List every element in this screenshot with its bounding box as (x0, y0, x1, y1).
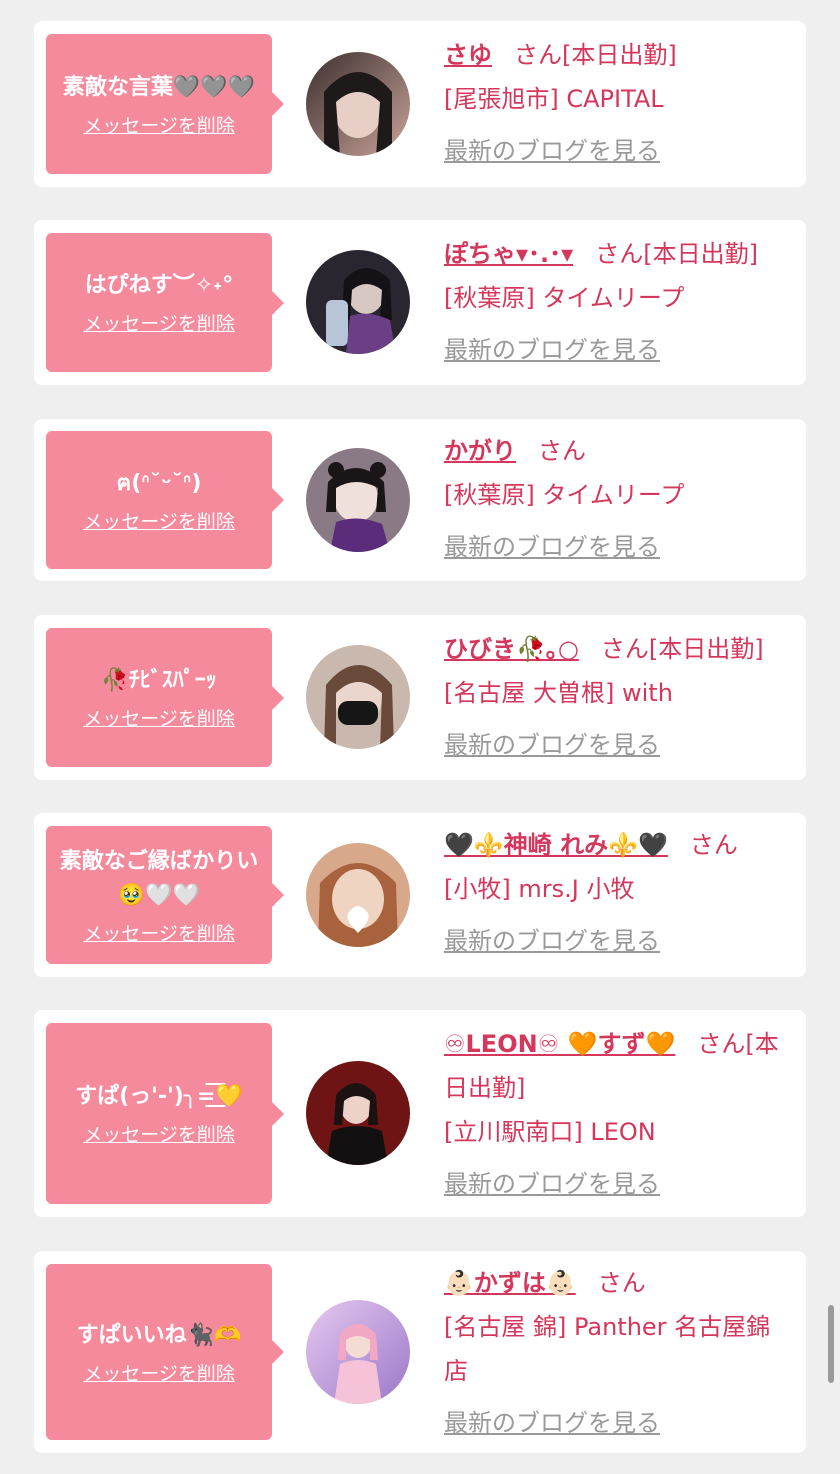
cast-name-link[interactable]: ♾LEON♾ 🧡すず🧡 (444, 1030, 675, 1058)
blog-link[interactable]: 最新のブログを見る (444, 723, 660, 767)
delete-message-link[interactable]: メッセージを削除 (83, 507, 235, 534)
cast-info: かがり さん [秋葉原] タイムリープ 最新のブログを見る (444, 429, 794, 569)
shop-name: [名古屋 大曽根] with (444, 679, 673, 707)
message-bubble: 素敵なご縁ばかりい🥹🤍🤍 メッセージを削除 (46, 826, 284, 964)
message-bubble: 素敵な言葉🩶🩶🩶 メッセージを削除 (46, 34, 284, 174)
message-bubble: 🥀ﾁﾋﾞｽﾊﾟｰｯ メッセージを削除 (46, 628, 284, 767)
cast-status: さん[本日出勤] (514, 41, 677, 69)
cast-info: ひびき🥀｡○ さん[本日出勤] [名古屋 大曽根] with 最新のブログを見る (444, 627, 794, 767)
avatar[interactable] (306, 448, 410, 552)
delete-message-link[interactable]: メッセージを削除 (83, 704, 235, 731)
cast-status: さん (689, 831, 738, 859)
avatar[interactable] (306, 843, 410, 947)
delete-message-link[interactable]: メッセージを削除 (83, 309, 235, 336)
delete-message-link[interactable]: メッセージを削除 (83, 111, 235, 138)
blog-link[interactable]: 最新のブログを見る (444, 525, 660, 569)
delete-message-link[interactable]: メッセージを削除 (83, 919, 235, 946)
message-card: すぱいいね🐈‍⬛🫶 メッセージを削除 👶🏻かずは👶🏻 さん [名古屋 錦] Pan… (34, 1251, 806, 1453)
avatar[interactable] (306, 1300, 410, 1404)
cast-name-link[interactable]: さゆ (444, 41, 492, 69)
message-card: 素敵な言葉🩶🩶🩶 メッセージを削除 さゆ さん[本日出勤] [尾張旭市] CAPI… (34, 21, 806, 187)
scrollbar[interactable] (828, 1305, 834, 1383)
shop-name: [立川駅南口] LEON (444, 1118, 656, 1146)
avatar[interactable] (306, 645, 410, 749)
message-text: 素敵なご縁ばかりい🥹🤍🤍 (59, 848, 259, 908)
cast-info: さゆ さん[本日出勤] [尾張旭市] CAPITAL 最新のブログを見る (444, 33, 794, 173)
cast-info: 🖤⚜️神崎 れみ⚜️🖤 さん [小牧] mrs.J 小牧 最新のブログを見る (444, 823, 794, 963)
message-text: ฅ(ᐢ˘ᵕ˘ᐢ) (116, 470, 202, 496)
message-bubble: ฅ(ᐢ˘ᵕ˘ᐢ) メッセージを削除 (46, 431, 284, 569)
avatar[interactable] (306, 1061, 410, 1165)
message-text: 🥀ﾁﾋﾞｽﾊﾟｰｯ (101, 668, 217, 693)
shop-name: [秋葉原] タイムリープ (444, 284, 685, 312)
message-bubble: はぴねす︶✧˖° メッセージを削除 (46, 233, 284, 372)
message-bubble: すぱいいね🐈‍⬛🫶 メッセージを削除 (46, 1264, 284, 1440)
cast-name-link[interactable]: ひびき🥀｡○ (444, 635, 579, 663)
delete-message-link[interactable]: メッセージを削除 (83, 1359, 235, 1386)
message-card: ฅ(ᐢ˘ᵕ˘ᐢ) メッセージを削除 かがり さん [秋葉原] タイムリープ 最新の… (34, 419, 806, 581)
avatar[interactable] (306, 52, 410, 156)
cast-info: ♾LEON♾ 🧡すず🧡 さん[本日出勤] [立川駅南口] LEON 最新のブログを… (444, 1022, 794, 1206)
message-card: 素敵なご縁ばかりい🥹🤍🤍 メッセージを削除 🖤⚜️神崎 れみ⚜️🖤 さん [小牧]… (34, 813, 806, 977)
shop-name: [尾張旭市] CAPITAL (444, 85, 664, 113)
cast-status: さん[本日出勤] (595, 240, 758, 268)
cast-info: ぽちゃ▾･.･▾ さん[本日出勤] [秋葉原] タイムリープ 最新のブログを見る (444, 232, 794, 372)
cast-status: さん (597, 1269, 646, 1297)
cast-name-link[interactable]: ぽちゃ▾･.･▾ (444, 240, 573, 268)
shop-name: [秋葉原] タイムリープ (444, 481, 685, 509)
message-card: はぴねす︶✧˖° メッセージを削除 ぽちゃ▾･.･▾ さん[本日出勤] [秋葉原]… (34, 220, 806, 385)
blog-link[interactable]: 最新のブログを見る (444, 328, 660, 372)
cast-status: さん (538, 437, 586, 465)
message-text: すぱいいね🐈‍⬛🫶 (76, 1322, 242, 1348)
blog-link[interactable]: 最新のブログを見る (444, 919, 660, 963)
delete-message-link[interactable]: メッセージを削除 (83, 1120, 235, 1147)
cast-info: 👶🏻かずは👶🏻 さん [名古屋 錦] Panther 名古屋錦店 最新のブログを見… (444, 1261, 794, 1445)
message-bubble: すぱ(っ'-')╮=͟͟͞͞💛 メッセージを削除 (46, 1023, 284, 1204)
blog-link[interactable]: 最新のブログを見る (444, 1401, 660, 1445)
avatar[interactable] (306, 250, 410, 354)
message-text: 素敵な言葉🩶🩶🩶 (62, 74, 256, 100)
message-card: すぱ(っ'-')╮=͟͟͞͞💛 メッセージを削除 ♾LEON♾ 🧡すず🧡 さん[本… (34, 1010, 806, 1217)
cast-name-link[interactable]: かがり (444, 437, 516, 465)
message-text: はぴねす︶✧˖° (84, 273, 234, 298)
shop-name: [名古屋 錦] Panther 名古屋錦店 (444, 1313, 771, 1385)
message-text: すぱ(っ'-')╮=͟͟͞͞💛 (75, 1084, 243, 1109)
shop-name: [小牧] mrs.J 小牧 (444, 875, 635, 903)
cast-name-link[interactable]: 🖤⚜️神崎 れみ⚜️🖤 (444, 831, 668, 859)
blog-link[interactable]: 最新のブログを見る (444, 1162, 660, 1206)
blog-link[interactable]: 最新のブログを見る (444, 129, 660, 173)
cast-status: さん[本日出勤] (600, 635, 764, 663)
message-card: 🥀ﾁﾋﾞｽﾊﾟｰｯ メッセージを削除 ひびき🥀｡○ さん[本日出勤] [名古屋 大… (34, 615, 806, 780)
cast-name-link[interactable]: 👶🏻かずは👶🏻 (444, 1269, 576, 1297)
